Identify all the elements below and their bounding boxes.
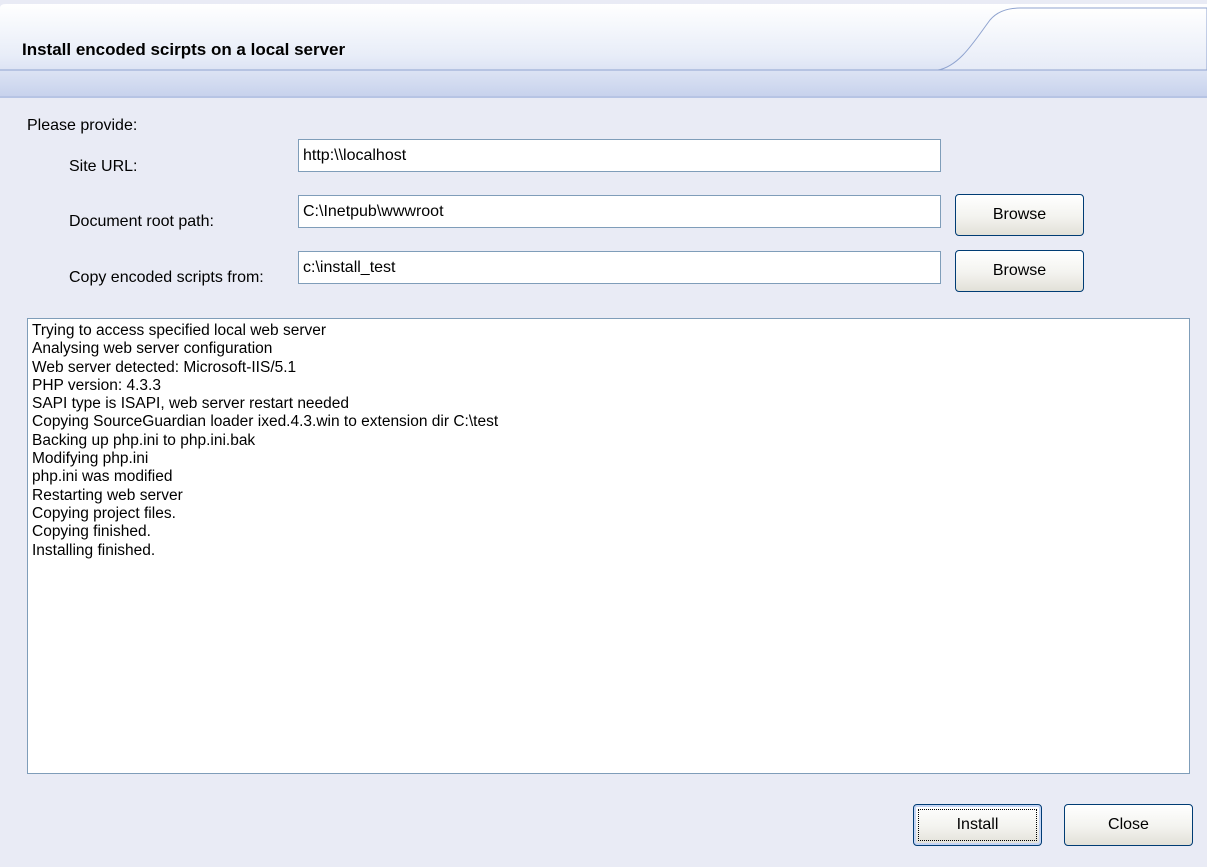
log-line: Backing up php.ini to php.ini.bak: [32, 431, 256, 449]
copy-from-browse-button[interactable]: Browse: [955, 250, 1084, 292]
site-url-input[interactable]: [298, 139, 941, 172]
document-root-input[interactable]: [298, 195, 941, 228]
close-button-label: Close: [1108, 816, 1149, 833]
copy-from-label: Copy encoded scripts from:: [69, 269, 264, 286]
log-line: Modifying php.ini: [32, 450, 149, 468]
log-line: Copying finished.: [32, 523, 151, 541]
log-line: Copying SourceGuardian loader ixed.4.3.w…: [32, 413, 499, 431]
log-line: PHP version: 4.3.3: [32, 376, 161, 394]
document-root-label: Document root path:: [69, 213, 214, 230]
install-button[interactable]: Install: [913, 804, 1042, 846]
log-line: Analysing web server configuration: [32, 340, 273, 358]
installer-window: Install encoded scirpts on a local serve…: [0, 0, 1207, 867]
site-url-label: Site URL:: [69, 158, 138, 175]
copy-from-browse-label: Browse: [992, 262, 1047, 279]
log-line: Web server detected: Microsoft-IIS/5.1: [32, 358, 297, 376]
log-line: SAPI type is ISAPI, web server restart n…: [32, 395, 350, 413]
install-log[interactable]: Trying to access specified local web ser…: [27, 318, 1190, 774]
document-root-browse-button[interactable]: Browse: [955, 194, 1084, 236]
install-button-label: Install: [956, 816, 999, 833]
please-provide-label: Please provide:: [27, 117, 138, 134]
document-root-browse-label: Browse: [992, 206, 1047, 223]
dialog-title: Install encoded scirpts on a local serve…: [22, 40, 346, 59]
header-banner: Install encoded scirpts on a local serve…: [0, 0, 1207, 100]
close-button[interactable]: Close: [1064, 804, 1193, 846]
log-line: Restarting web server: [32, 486, 183, 504]
log-line: Trying to access specified local web ser…: [32, 322, 327, 339]
log-line: php.ini was modified: [32, 468, 173, 486]
log-line: Copying project files.: [32, 504, 176, 522]
log-line: Installing finished.: [32, 541, 156, 559]
copy-from-input[interactable]: [298, 251, 941, 284]
